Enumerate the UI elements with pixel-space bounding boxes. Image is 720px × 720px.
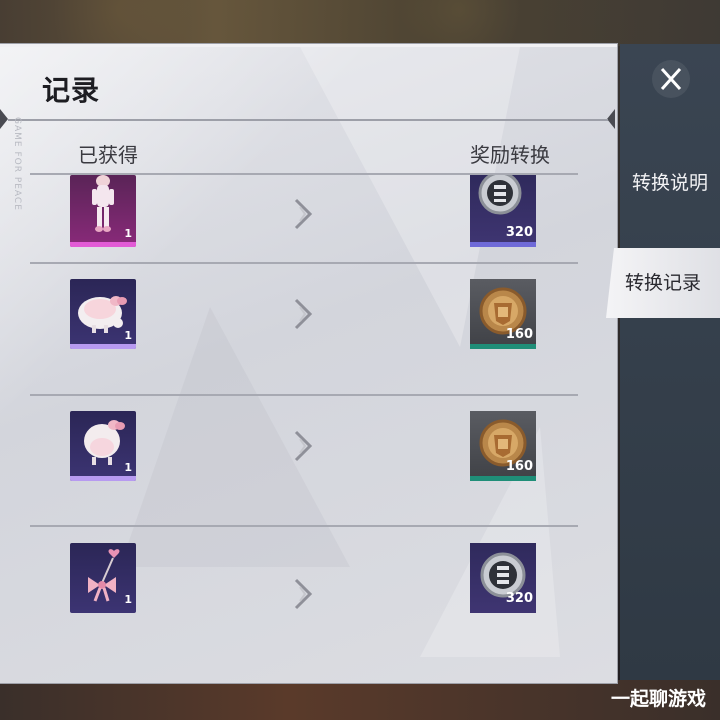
item-count: 1 (124, 227, 132, 240)
list-item[interactable]: 1 320 (30, 543, 578, 673)
reward-card[interactable]: 160 (470, 411, 536, 481)
reward-card[interactable]: 160 (470, 279, 536, 349)
convert-arrow-icon (294, 298, 313, 330)
reward-amount: 320 (505, 591, 533, 606)
rarity-bar (70, 242, 136, 247)
row-divider (30, 262, 578, 264)
list-item[interactable]: 1 160 (30, 411, 578, 541)
reward-amount: 320 (505, 225, 533, 240)
row-divider (30, 525, 578, 527)
panel-title: 记录 (42, 74, 101, 107)
convert-arrow-icon (294, 578, 313, 610)
item-card[interactable]: 1 (70, 279, 136, 349)
close-icon (660, 67, 682, 91)
reward-bar (470, 242, 536, 247)
convert-arrow-icon (294, 198, 313, 230)
footer-credit: 一起聊游戏 (610, 688, 706, 710)
reward-bar (470, 476, 536, 481)
side-tab-panel (620, 44, 720, 680)
row-divider (30, 394, 578, 396)
item-card[interactable]: 1 (70, 175, 136, 247)
title-notch-right (607, 109, 615, 129)
item-card[interactable]: 1 (70, 543, 136, 613)
reward-card[interactable]: 320 (470, 175, 536, 247)
list-item[interactable]: 1 320 (30, 175, 578, 261)
close-button[interactable] (652, 60, 690, 98)
background-top-strip (0, 0, 720, 46)
convert-arrow-icon (294, 430, 313, 462)
record-panel: 记录 GAME FOR PEACE 已获得 奖励转换 1 320 1 160 1… (0, 44, 617, 683)
tab-conversion-instructions[interactable]: 转换说明 (620, 148, 720, 218)
rarity-bar (70, 476, 136, 481)
title-notch-left (0, 109, 8, 129)
item-count: 1 (124, 461, 132, 474)
item-count: 1 (124, 329, 132, 342)
tab-conversion-records[interactable]: 转换记录 (606, 248, 720, 318)
reward-card[interactable]: 320 (470, 543, 536, 613)
title-divider (8, 119, 608, 121)
reward-amount: 160 (505, 327, 533, 342)
column-header-reward: 奖励转换 (470, 143, 550, 167)
item-card[interactable]: 1 (70, 411, 136, 481)
list-item[interactable]: 1 160 (30, 279, 578, 409)
item-count: 1 (124, 593, 132, 606)
reward-amount: 160 (505, 459, 533, 474)
reward-bar (470, 344, 536, 349)
rarity-bar (70, 344, 136, 349)
column-header-obtained: 已获得 (78, 143, 138, 167)
watermark-text: GAME FOR PEACE (12, 117, 22, 211)
